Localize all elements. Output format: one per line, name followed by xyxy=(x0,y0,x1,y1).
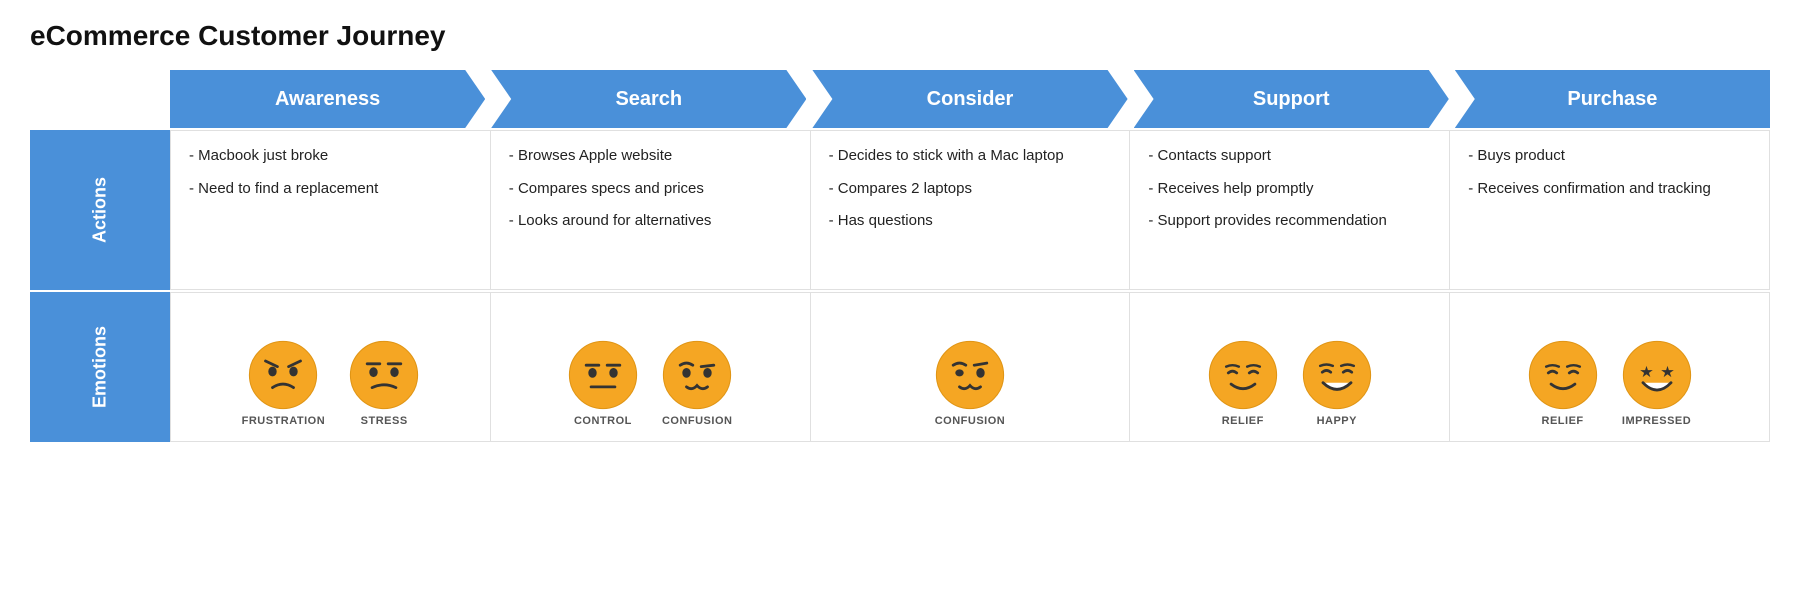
emotions-cells: FRUSTRATION STRESS xyxy=(170,292,1770,442)
emoji-happy: HAPPY xyxy=(1302,340,1372,427)
emotions-cell-support: RELIEF HAPPY xyxy=(1130,292,1450,442)
action-text: - Browses Apple website xyxy=(509,145,792,168)
action-text: - Macbook just broke xyxy=(189,145,472,168)
action-text: - Decides to stick with a Mac laptop xyxy=(829,145,1112,168)
action-text: - Compares 2 laptops xyxy=(829,178,1112,201)
frustration-label: FRUSTRATION xyxy=(242,415,326,427)
stage-purchase: Purchase xyxy=(1455,70,1770,128)
emoji-impressed: IMPRESSED xyxy=(1622,340,1692,427)
confusion-search-icon xyxy=(662,340,732,410)
action-text: - Contacts support xyxy=(1148,145,1431,168)
actions-cell-consider: - Decides to stick with a Mac laptop - C… xyxy=(811,130,1131,290)
action-text: - Compares specs and prices xyxy=(509,178,792,201)
journey-container: Awareness Search Consider Support Purcha… xyxy=(30,70,1770,442)
emoji-frustration: FRUSTRATION xyxy=(242,340,326,427)
stage-search: Search xyxy=(491,70,806,128)
emotions-cell-search: CONTROL CONFUSION xyxy=(491,292,811,442)
actions-cell-support: - Contacts support - Receives help promp… xyxy=(1130,130,1450,290)
frustration-icon xyxy=(248,340,318,410)
emoji-stress: STRESS xyxy=(349,340,419,427)
emoji-relief-purchase: RELIEF xyxy=(1528,340,1598,427)
relief-icon xyxy=(1208,340,1278,410)
relief-purchase-icon xyxy=(1528,340,1598,410)
actions-cell-search: - Browses Apple website - Compares specs… xyxy=(491,130,811,290)
action-text: - Buys product xyxy=(1468,145,1751,168)
actions-cells: - Macbook just broke - Need to find a re… xyxy=(170,130,1770,290)
confusion-consider-icon xyxy=(935,340,1005,410)
action-text: - Looks around for alternatives xyxy=(509,210,792,233)
confusion-consider-label: CONFUSION xyxy=(935,415,1006,427)
stage-awareness: Awareness xyxy=(170,70,485,128)
emoji-relief: RELIEF xyxy=(1208,340,1278,427)
action-text: - Has questions xyxy=(829,210,1112,233)
action-text: - Receives help promptly xyxy=(1148,178,1431,201)
actions-row: Actions - Macbook just broke - Need to f… xyxy=(30,130,1770,290)
confusion-search-label: CONFUSION xyxy=(662,415,733,427)
emotions-row: Emotions FRUSTRATION xyxy=(30,292,1770,442)
emoji-confusion-search: CONFUSION xyxy=(662,340,733,427)
action-text: - Need to find a replacement xyxy=(189,178,472,201)
emoji-control: CONTROL xyxy=(568,340,638,427)
happy-label: HAPPY xyxy=(1317,415,1357,427)
page-title: eCommerce Customer Journey xyxy=(30,20,1770,52)
action-text: - Receives confirmation and tracking xyxy=(1468,178,1751,201)
happy-icon xyxy=(1302,340,1372,410)
action-text: - Support provides recommendation xyxy=(1148,210,1431,233)
actions-label: Actions xyxy=(30,130,170,290)
emotions-cell-purchase: RELIEF IMPRESSED xyxy=(1450,292,1770,442)
control-icon xyxy=(568,340,638,410)
relief-purchase-label: RELIEF xyxy=(1542,415,1584,427)
emoji-confusion-consider: CONFUSION xyxy=(935,340,1006,427)
relief-label: RELIEF xyxy=(1222,415,1264,427)
impressed-icon xyxy=(1622,340,1692,410)
actions-cell-awareness: - Macbook just broke - Need to find a re… xyxy=(170,130,491,290)
stage-consider: Consider xyxy=(812,70,1127,128)
emotions-label: Emotions xyxy=(30,292,170,442)
stress-icon xyxy=(349,340,419,410)
emotions-cell-consider: CONFUSION xyxy=(811,292,1131,442)
emotions-cell-awareness: FRUSTRATION STRESS xyxy=(170,292,491,442)
stage-support: Support xyxy=(1134,70,1449,128)
impressed-label: IMPRESSED xyxy=(1622,415,1691,427)
actions-cell-purchase: - Buys product - Receives confirmation a… xyxy=(1450,130,1770,290)
stress-label: STRESS xyxy=(361,415,408,427)
control-label: CONTROL xyxy=(574,415,632,427)
header-row: Awareness Search Consider Support Purcha… xyxy=(170,70,1770,128)
